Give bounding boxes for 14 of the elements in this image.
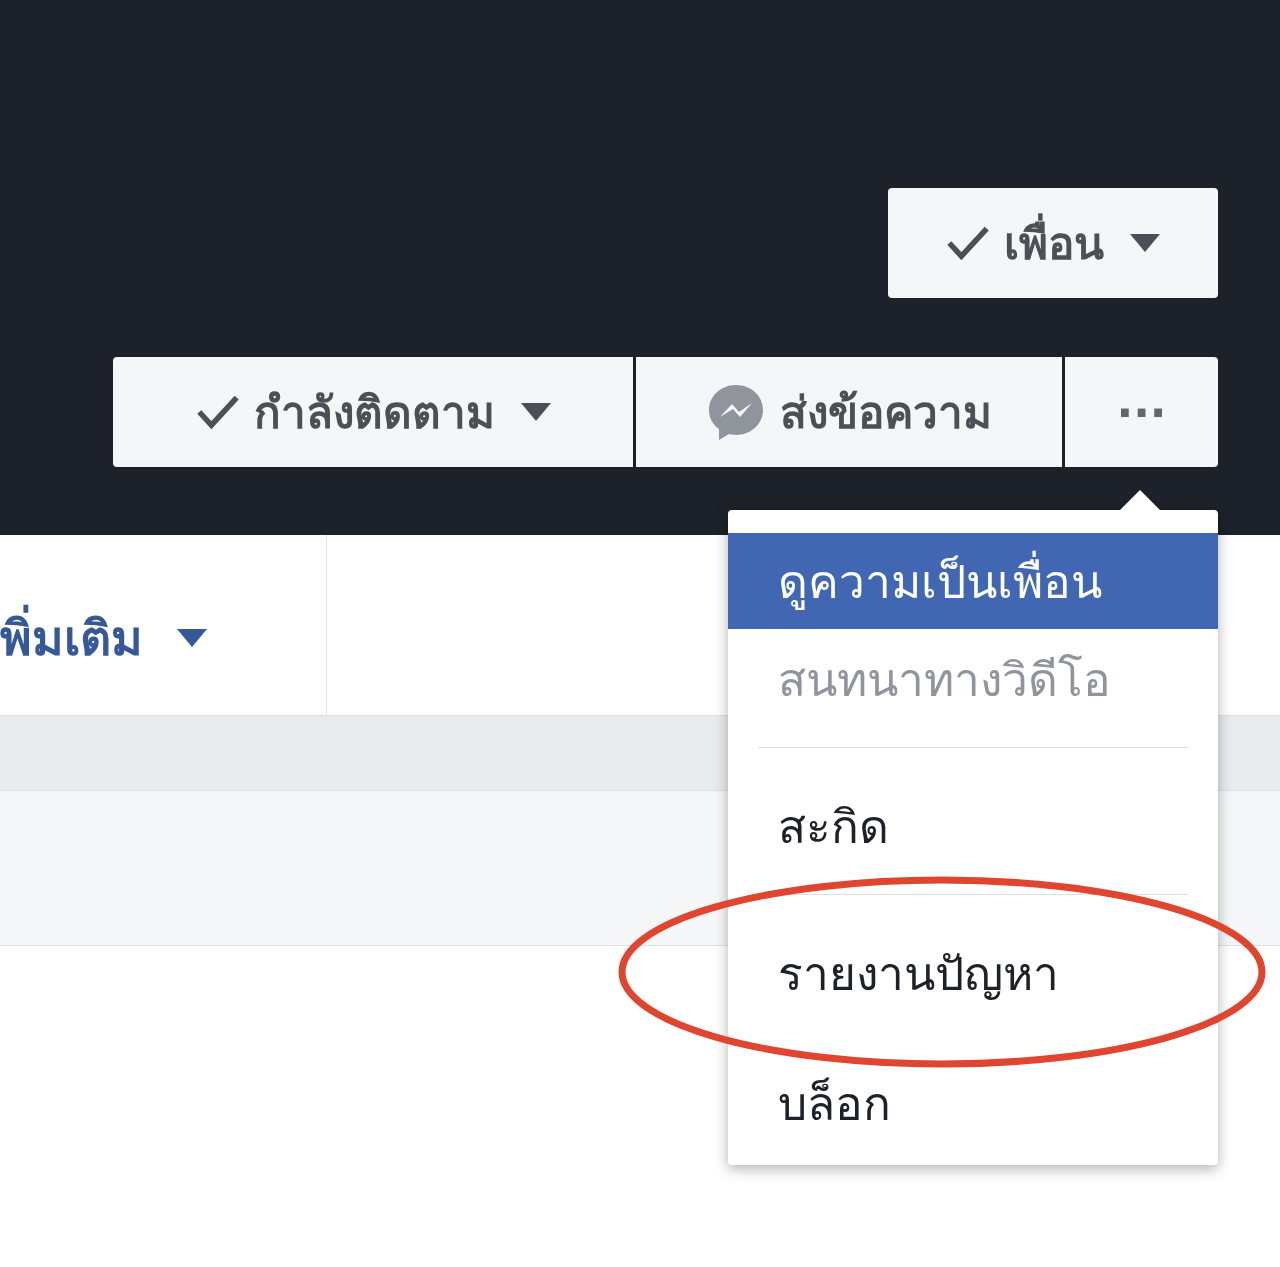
caret-icon — [177, 628, 207, 647]
more-tab[interactable]: พิ่มเติม — [0, 535, 327, 715]
check-icon — [946, 225, 990, 261]
menu-item[interactable]: บล็อก — [728, 1053, 1218, 1153]
friend-button[interactable]: เพื่อน — [888, 188, 1218, 298]
check-icon — [195, 394, 240, 430]
menu-item[interactable]: ดูความเป็นเพื่อน — [728, 533, 1218, 629]
messenger-icon — [706, 382, 766, 442]
menu-item[interactable]: สะกิด — [728, 776, 1218, 876]
message-button[interactable]: ส่งข้อความ — [636, 357, 1062, 467]
following-button[interactable]: กำลังติดตาม — [113, 357, 633, 467]
caret-icon — [520, 403, 551, 421]
more-button[interactable]: ··· — [1065, 357, 1218, 467]
caret-icon — [1130, 234, 1160, 252]
